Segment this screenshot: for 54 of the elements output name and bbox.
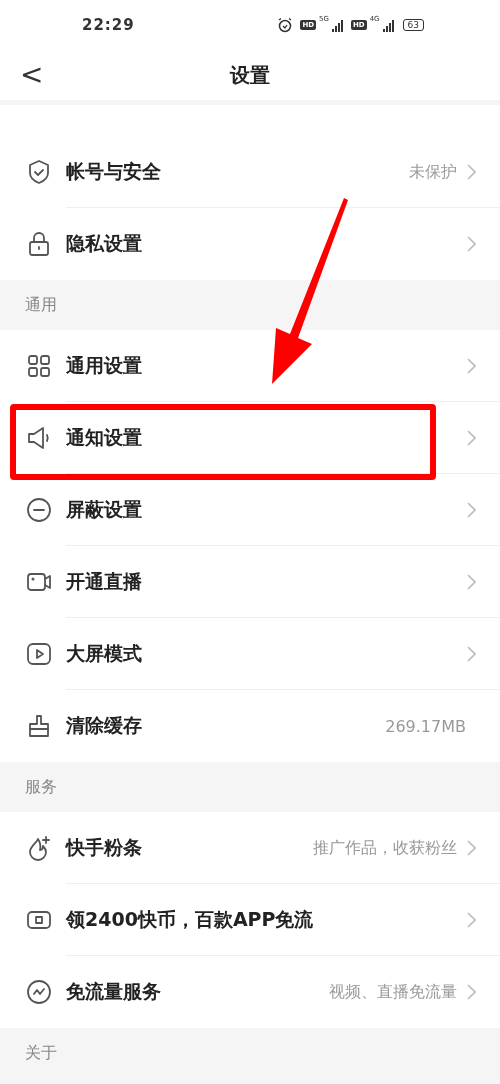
chevron-icon (467, 840, 476, 856)
row-label: 隐私设置 (66, 231, 143, 256)
row-label: 领2400快币，百款APP免流 (66, 907, 315, 932)
settings-row[interactable]: 屏蔽设置 (0, 474, 500, 546)
minus-icon (26, 497, 52, 523)
settings-row[interactable]: 开通直播 (0, 546, 500, 618)
row-label: 通知设置 (66, 425, 143, 450)
chevron-icon (467, 574, 476, 590)
row-value: 未保护 (409, 161, 457, 183)
status-time: 22:29 (82, 16, 135, 34)
speaker-icon (26, 425, 52, 451)
settings-row[interactable]: 免流量服务 视频、直播免流量 (0, 956, 500, 1028)
row-label: 快手粉条 (66, 835, 143, 860)
lock-icon (26, 231, 52, 257)
row-label: 清除缓存 (66, 713, 143, 738)
grid-icon (26, 353, 52, 379)
settings-row[interactable]: 通用设置 (0, 330, 500, 402)
row-label: 大屏模式 (66, 641, 143, 666)
shield-icon (26, 159, 52, 185)
settings-row[interactable]: 清除缓存 269.17MB (0, 690, 500, 762)
brush-icon (26, 713, 52, 739)
settings-row[interactable]: 隐私设置 (0, 208, 500, 280)
section-header: 服务 (24, 776, 58, 798)
wave-icon (26, 979, 52, 1005)
row-value: 视频、直播免流量 (329, 981, 457, 1003)
back-button[interactable]: < (16, 58, 48, 91)
play-icon (26, 641, 52, 667)
row-label: 开通直播 (66, 569, 143, 594)
row-label: 通用设置 (66, 353, 143, 378)
settings-row[interactable]: 快手粉条 推广作品，收获粉丝 (0, 812, 500, 884)
chevron-icon (467, 502, 476, 518)
chevron-icon (467, 646, 476, 662)
chevron-icon (467, 358, 476, 374)
chevron-icon (467, 912, 476, 928)
battery-level: 63 (402, 19, 424, 31)
settings-row[interactable]: 帐号与安全 未保护 (0, 136, 500, 208)
signal-icon (332, 18, 344, 32)
page-title: 设置 (230, 61, 270, 89)
chevron-icon (467, 984, 476, 1000)
signal-icon (382, 18, 395, 32)
chevron-icon (467, 430, 476, 446)
chevron-icon (467, 236, 476, 252)
row-label: 帐号与安全 (66, 159, 162, 184)
section-header: 通用 (24, 294, 58, 316)
settings-row[interactable]: 领2400快币，百款APP免流 (0, 884, 500, 956)
section-header: 关于 (24, 1042, 58, 1064)
row-value: 推广作品，收获粉丝 (313, 837, 457, 859)
flame-icon (26, 835, 52, 861)
row-label: 屏蔽设置 (66, 497, 143, 522)
alarm-icon (277, 17, 294, 33)
row-value: 269.17MB (385, 716, 466, 736)
settings-row[interactable]: 大屏模式 (0, 618, 500, 690)
chevron-icon (467, 164, 476, 180)
row-label: 免流量服务 (66, 979, 162, 1004)
